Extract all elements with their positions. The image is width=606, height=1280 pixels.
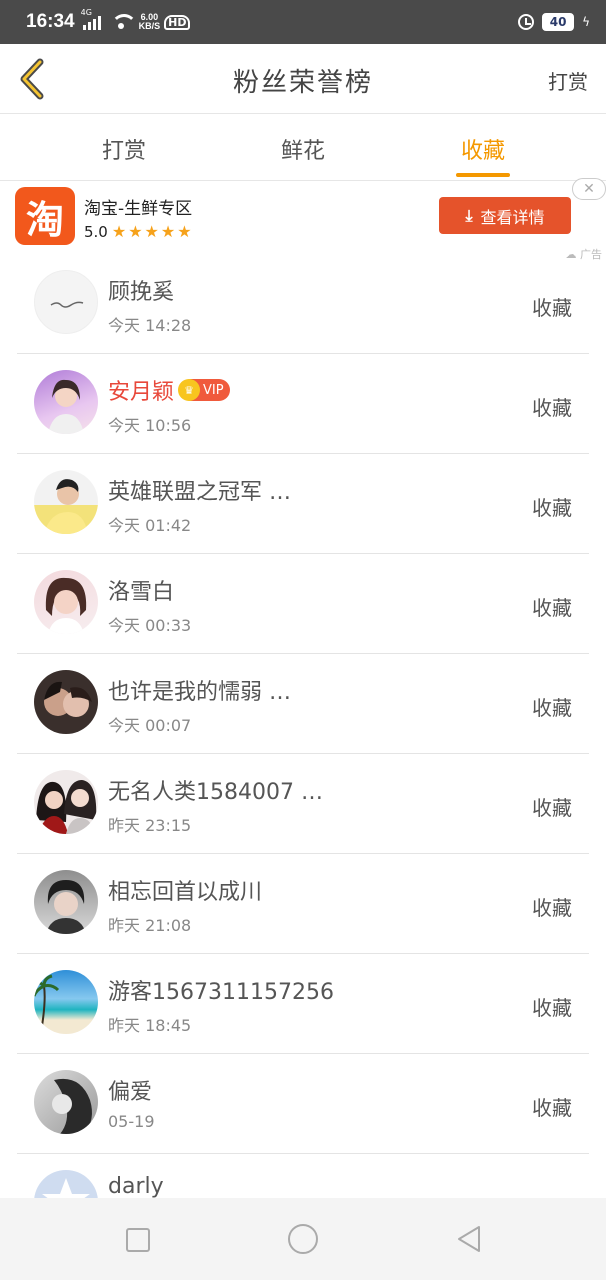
- ad-rating: 5.0 ★★★★★: [84, 222, 194, 241]
- tab-flowers[interactable]: 鲜花: [253, 133, 353, 165]
- tab-reward[interactable]: 打赏: [74, 133, 174, 165]
- list-item[interactable]: 游客1567311157256 昨天 18:45 收藏: [17, 954, 589, 1054]
- avatar[interactable]: [34, 970, 98, 1034]
- action-label: 收藏: [532, 1096, 572, 1120]
- network-speed: 6.00 KB/S: [138, 12, 161, 31]
- ad-title: 淘宝-生鲜专区: [84, 199, 193, 219]
- timestamp: 今天 00:07: [108, 716, 192, 735]
- header: 粉丝荣誉榜 打赏: [0, 44, 606, 114]
- action-label: 收藏: [532, 696, 572, 720]
- timestamp: 昨天 23:15: [108, 816, 192, 835]
- vip-badge: ♛ VIP: [178, 379, 230, 401]
- avatar[interactable]: [34, 1070, 98, 1134]
- action-label: 收藏: [532, 296, 572, 320]
- ad-rating-value: 5.0: [84, 222, 108, 241]
- signal-icon: 4G: [81, 8, 101, 30]
- timestamp: 今天 00:33: [108, 616, 192, 635]
- timestamp: 昨天 18:45: [108, 1016, 192, 1035]
- reward-header-button[interactable]: 打赏: [548, 66, 588, 95]
- list-item[interactable]: 洛雪白 今天 00:33 收藏: [17, 554, 589, 654]
- list-item[interactable]: 无名人类1584007 … 昨天 23:15 收藏: [17, 754, 589, 854]
- action-label: 收藏: [532, 396, 572, 420]
- list-item[interactable]: 英雄联盟之冠军 … 今天 01:42 收藏: [17, 454, 589, 554]
- list-item[interactable]: 相忘回首以成川 昨天 21:08 收藏: [17, 854, 589, 954]
- list-item[interactable]: 也许是我的懦弱 … 今天 00:07 收藏: [17, 654, 589, 754]
- battery-icon: 40: [542, 13, 575, 31]
- ad-close-icon[interactable]: ✕: [572, 178, 606, 200]
- favorites-list: 顾挽奚 今天 14:28 收藏 安月颖 ♛ VIP 今天 10:56 收藏 英雄…: [17, 254, 589, 1254]
- user-name-text: 安月颖: [108, 380, 175, 405]
- user-name: 无名人类1584007 …: [108, 780, 323, 805]
- user-name: 洛雪白: [108, 580, 175, 605]
- list-item[interactable]: 安月颖 ♛ VIP 今天 10:56 收藏: [17, 354, 589, 454]
- alarm-icon: [518, 14, 535, 30]
- user-name: 顾挽奚: [108, 280, 175, 305]
- tab-bar: 打赏 鲜花 收藏: [0, 115, 606, 181]
- taobao-logo: 淘: [15, 187, 75, 245]
- list-item[interactable]: 顾挽奚 今天 14:28 收藏: [17, 254, 589, 354]
- avatar[interactable]: [34, 570, 98, 634]
- user-name: 英雄联盟之冠军 …: [108, 480, 291, 505]
- avatar[interactable]: [34, 670, 98, 734]
- home-icon[interactable]: [288, 1224, 318, 1254]
- page-title: 粉丝荣誉榜: [232, 68, 373, 98]
- avatar[interactable]: [34, 270, 98, 334]
- star-icons: ★★★★★: [111, 222, 194, 241]
- user-name: 安月颖 ♛ VIP: [108, 374, 230, 406]
- timestamp: 昨天 21:08: [108, 916, 192, 935]
- action-label: 收藏: [532, 996, 572, 1020]
- charging-icon: ϟ: [582, 15, 590, 29]
- ad-banner[interactable]: 淘 淘宝-生鲜专区 5.0 ★★★★★ ⤓ 查看详情 ✕ ☁ 广告: [0, 178, 606, 261]
- user-name: 也许是我的懦弱 …: [108, 680, 291, 705]
- timestamp: 今天 10:56: [108, 416, 192, 435]
- network-type: 4G: [80, 8, 92, 17]
- action-label: 收藏: [532, 596, 572, 620]
- action-label: 收藏: [532, 896, 572, 920]
- timestamp: 今天 14:28: [108, 316, 192, 335]
- system-nav-bar: [0, 1198, 606, 1280]
- crown-icon: ♛: [178, 379, 201, 401]
- status-bar: 16:34 4G 6.00 KB/S HD 40 ϟ: [0, 0, 606, 44]
- download-icon: ⤓: [465, 205, 473, 225]
- timestamp: 今天 01:42: [108, 516, 192, 535]
- hd-icon: HD: [164, 14, 191, 30]
- timestamp: 05-19: [108, 1112, 155, 1131]
- avatar[interactable]: [34, 370, 98, 434]
- user-name: 偏爱: [108, 1080, 153, 1105]
- tab-favorites[interactable]: 收藏: [433, 133, 533, 177]
- action-label: 收藏: [532, 496, 572, 520]
- user-name: 相忘回首以成川: [108, 880, 263, 905]
- avatar[interactable]: [34, 770, 98, 834]
- avatar[interactable]: [34, 470, 98, 534]
- ad-button-label: 查看详情: [480, 207, 545, 227]
- action-label: 收藏: [532, 796, 572, 820]
- user-name: darly: [108, 1174, 164, 1199]
- list-item[interactable]: 偏爱 05-19 收藏: [17, 1054, 589, 1154]
- user-name: 游客1567311157256: [108, 980, 334, 1005]
- status-time: 16:34: [26, 11, 75, 32]
- wifi-icon: [110, 14, 137, 30]
- avatar[interactable]: [34, 870, 98, 934]
- back-triangle-icon[interactable]: [455, 1224, 483, 1254]
- ad-detail-button[interactable]: ⤓ 查看详情: [439, 197, 571, 234]
- recents-icon[interactable]: [126, 1228, 150, 1252]
